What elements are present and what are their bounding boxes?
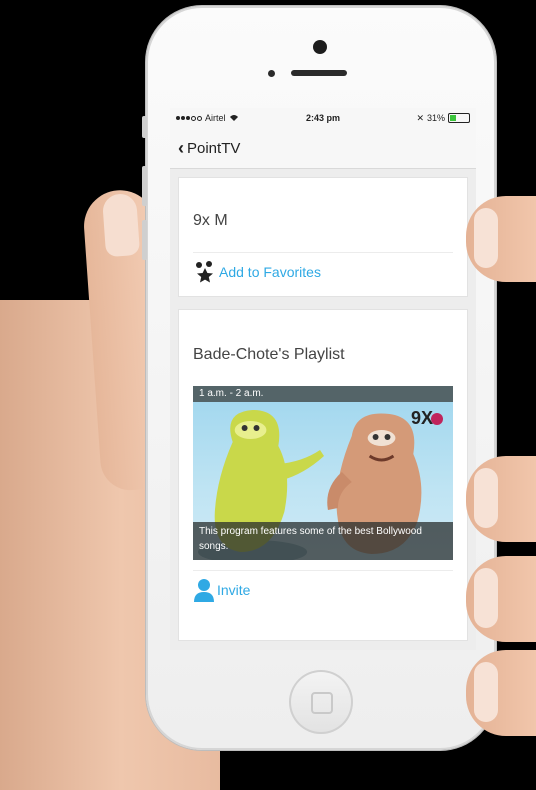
battery-fill	[450, 115, 457, 121]
finger-ring	[466, 556, 536, 642]
invite-button[interactable]: Invite	[193, 570, 453, 609]
finger-nail	[474, 568, 498, 628]
add-to-favorites-button[interactable]: Add to Favorites	[193, 252, 453, 291]
program-description: This program features some of the best B…	[193, 522, 453, 560]
playlist-title: Bade-Chote's Playlist	[193, 346, 345, 363]
chevron-left-icon: ‹	[178, 137, 184, 158]
person-icon	[194, 579, 214, 602]
proximity-sensor	[268, 70, 275, 77]
home-button-square	[311, 692, 333, 714]
channel-logo: 9X	[411, 408, 443, 429]
navigation-bar: ‹ PointTV	[170, 128, 476, 169]
finger-nail	[474, 208, 498, 268]
add-to-favorites-label: Add to Favorites	[219, 264, 321, 280]
playlist-card: Bade-Chote's Playlist 1 a.m. - 2 a.m. 9X…	[178, 309, 468, 641]
front-camera	[313, 40, 327, 54]
logo-dot	[431, 413, 443, 426]
mute-switch	[142, 116, 147, 138]
back-button[interactable]: ‹ PointTV	[178, 138, 240, 159]
finger-nail	[474, 468, 498, 528]
channel-card: 9x M Add to Favorites	[178, 177, 468, 297]
volume-up-button	[142, 166, 147, 206]
home-button[interactable]	[289, 670, 353, 734]
volume-down-button	[142, 220, 147, 260]
phone-device: Airtel 2:43 pm ✕ 31% ‹ PointTV 9x M Add …	[142, 6, 496, 750]
back-label: PointTV	[187, 139, 241, 157]
invite-label: Invite	[217, 582, 251, 598]
status-bar: Airtel 2:43 pm ✕ 31%	[170, 108, 476, 128]
time-slot: 1 a.m. - 2 a.m.	[193, 386, 453, 402]
battery-icon	[448, 113, 470, 123]
earpiece-speaker	[291, 70, 347, 76]
finger-little	[466, 650, 536, 736]
channel-logo-text: 9X	[410, 408, 433, 428]
finger-middle	[466, 456, 536, 542]
finger-index	[466, 196, 536, 282]
add-favorites-icon	[196, 261, 213, 283]
status-time: 2:43 pm	[305, 113, 340, 123]
finger-nail	[474, 662, 498, 722]
thumb-nail	[101, 192, 141, 258]
app-screen: Airtel 2:43 pm ✕ 31% ‹ PointTV 9x M Add …	[170, 108, 476, 650]
channel-name: 9x M	[193, 212, 228, 229]
program-thumbnail[interactable]: 1 a.m. - 2 a.m. 9X This program features…	[193, 386, 453, 560]
